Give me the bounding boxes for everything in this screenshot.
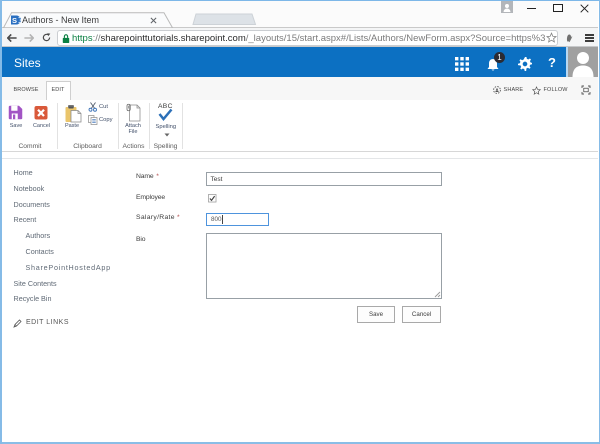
svg-text:S: S bbox=[12, 16, 17, 25]
